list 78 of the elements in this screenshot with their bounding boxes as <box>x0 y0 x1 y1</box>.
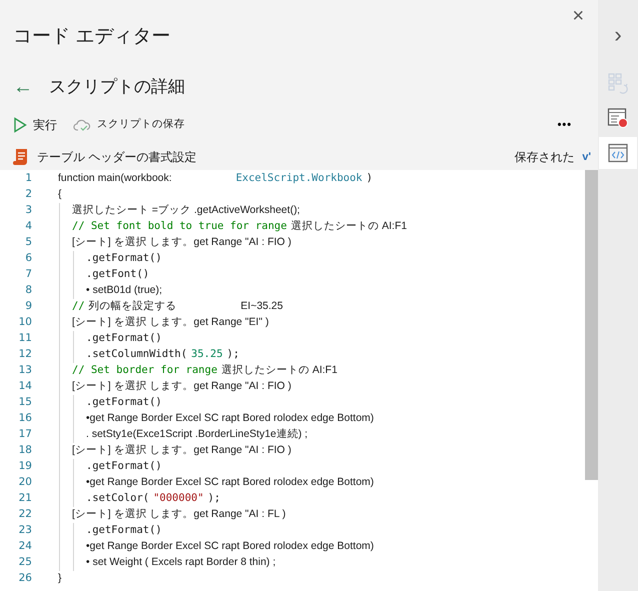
panel-title: コード エディター <box>13 26 172 49</box>
line-number: 8 <box>24 283 32 298</box>
code-text: } <box>58 571 62 586</box>
line-number: 3 <box>24 203 32 218</box>
line-number: 10 <box>18 315 32 330</box>
code-text: •get Range Border Excel SC rapt Bored rolodex edge Bottom) <box>86 539 374 554</box>
close-button[interactable]: × <box>568 6 588 26</box>
line-number: 18 <box>18 443 32 458</box>
code-text: •get Range Border Excel SC rapt Bored rolodex edge Bottom) <box>86 411 374 426</box>
code-text: ); <box>226 347 240 362</box>
code-text: .getFont() <box>86 267 150 282</box>
line-number: 6 <box>24 251 32 266</box>
code-text: 列の幅を設定する <box>88 299 177 314</box>
code-text: [シート] を選択 します。get Range "AI : FIO ) <box>72 379 292 394</box>
code-text: function main(workbook: <box>58 171 172 186</box>
line-number: 17 <box>18 427 32 442</box>
line-number: 24 <box>18 539 32 554</box>
line-number: 4 <box>24 219 32 234</box>
collapse-button[interactable]: › <box>599 16 637 52</box>
code-text: .getFormat() <box>86 331 162 346</box>
code-text: 選択したシートの AI:F1 <box>221 363 338 378</box>
page-heading: スクリプトの詳細 <box>49 76 185 98</box>
line-number: 25 <box>18 555 32 570</box>
code-text: • setB01d (true); <box>86 283 162 298</box>
line-number: 14 <box>18 379 32 394</box>
code-text: ); <box>208 491 220 506</box>
line-number: 13 <box>18 363 32 378</box>
code-text: .setColumnWidth( <box>86 347 188 362</box>
code-text: [シート] を選択 します。get Range "AI : FIO ) <box>72 235 292 250</box>
line-number: 22 <box>18 507 32 522</box>
code-text: EI~35.25 <box>240 299 283 314</box>
code-text: ExcelScript.Workbook <box>236 171 362 186</box>
line-number: 1 <box>24 171 32 186</box>
line-number: 19 <box>18 459 32 474</box>
code-text: ) <box>366 171 373 186</box>
script-icon <box>13 148 29 166</box>
play-icon <box>13 117 27 133</box>
scrollbar-thumb[interactable] <box>585 170 598 480</box>
run-button[interactable]: 実行 <box>13 116 57 134</box>
save-status: 保存された <box>514 149 574 166</box>
code-text: • set Weight ( Excels rapt Border 8 thin) ; <box>86 555 276 570</box>
script-name: テーブル ヘッダーの書式設定 <box>37 149 196 166</box>
code-text: { <box>58 187 62 202</box>
code-text: .getFormat() <box>86 251 162 266</box>
line-number: 11 <box>18 331 32 346</box>
code-comment: // <box>72 299 85 314</box>
code-comment: // Set font bold to true for range <box>72 219 287 234</box>
line-number: 7 <box>24 267 32 282</box>
code-text: •get Range Border Excel SC rapt Bored rolodex edge Bottom) <box>86 475 374 490</box>
code-text: [シート] を選択 します。get Range "EI" ) <box>72 315 269 330</box>
line-number: 16 <box>18 411 32 426</box>
code-text: 選択したシート =ブック .getActiveWorksheet(); <box>72 203 300 218</box>
code-comment: // Set border for range <box>72 363 218 378</box>
save-script-button[interactable]: スクリプトの保存 <box>73 117 185 133</box>
code-text: 選択したシートの AI:F1 <box>290 219 407 234</box>
code-text: .getFormat() <box>86 523 162 538</box>
code-text: "000000" <box>153 491 204 506</box>
cloud-check-icon <box>73 118 91 132</box>
line-number: 9 <box>24 299 32 314</box>
more-options-button[interactable]: ••• <box>557 116 572 134</box>
code-icon[interactable] <box>599 137 637 169</box>
line-number: 21 <box>18 491 32 506</box>
code-text: .setColor( <box>86 491 150 506</box>
line-number: 15 <box>18 395 32 410</box>
line-number: 20 <box>18 475 32 490</box>
code-text: .getFormat() <box>86 395 162 410</box>
line-number: 26 <box>18 571 32 586</box>
back-button[interactable]: ← <box>13 77 33 97</box>
line-number: 5 <box>24 235 32 250</box>
code-text: .getFormat() <box>86 459 162 474</box>
code-text: 35.25 <box>191 347 223 362</box>
line-number: 12 <box>18 347 32 362</box>
line-number: 2 <box>24 187 32 202</box>
line-number: 23 <box>18 523 32 538</box>
saved-check-mark: v' <box>582 150 591 165</box>
code-text: . setSty1e(Exce1Script .BorderLineSty1e連続) ; <box>86 427 308 442</box>
code-text: [シート] を選択 します。get Range "AI : FL ) <box>72 507 286 522</box>
code-text: [シート] を選択 します。get Range "AI : FIO ) <box>72 443 292 458</box>
